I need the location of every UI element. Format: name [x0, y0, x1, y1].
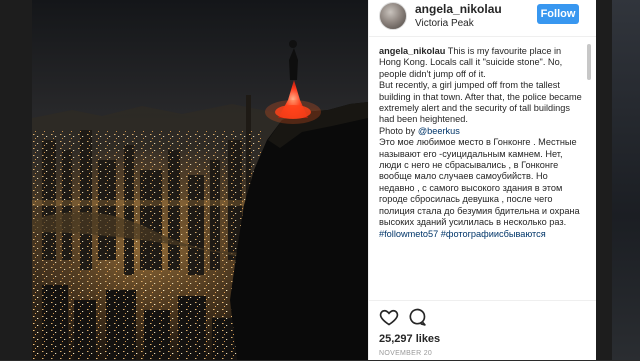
backdrop-left	[0, 0, 32, 360]
caption: angela_nikolau This is my favourite plac…	[379, 46, 585, 298]
post-actions: 25,297 likes NOVEMBER 20	[369, 300, 596, 361]
caption-scroll-thumb[interactable]	[587, 44, 591, 80]
post-date: NOVEMBER 20	[379, 350, 433, 357]
follow-button[interactable]: Follow	[537, 4, 579, 24]
heart-icon[interactable]	[379, 307, 401, 329]
location-link[interactable]: Victoria Peak	[415, 18, 474, 29]
likes-count[interactable]: 25,297 likes	[379, 333, 440, 345]
caption-text-en: This is my favourite place in Hong Kong.…	[379, 46, 582, 136]
photo-credit-link[interactable]: @beerkus	[418, 126, 460, 136]
hashtag-links[interactable]: #followmeto57 #фотографиисбываются	[379, 229, 585, 240]
avatar[interactable]	[379, 2, 407, 30]
caption-scrollbar[interactable]	[587, 44, 591, 298]
photo-illustration	[32, 0, 368, 360]
caption-author[interactable]: angela_nikolau	[379, 46, 445, 56]
post-header: angela_nikolau Victoria Peak Follow	[369, 0, 596, 37]
post-sidebar: angela_nikolau Victoria Peak Follow ange…	[368, 0, 596, 360]
adjacent-post-edge	[612, 0, 640, 360]
comment-icon[interactable]	[407, 307, 429, 329]
caption-text-ru: Это мое любимое место в Гонконге . Местн…	[379, 137, 580, 228]
username-link[interactable]: angela_nikolau	[415, 2, 502, 16]
post-photo[interactable]	[32, 0, 368, 360]
